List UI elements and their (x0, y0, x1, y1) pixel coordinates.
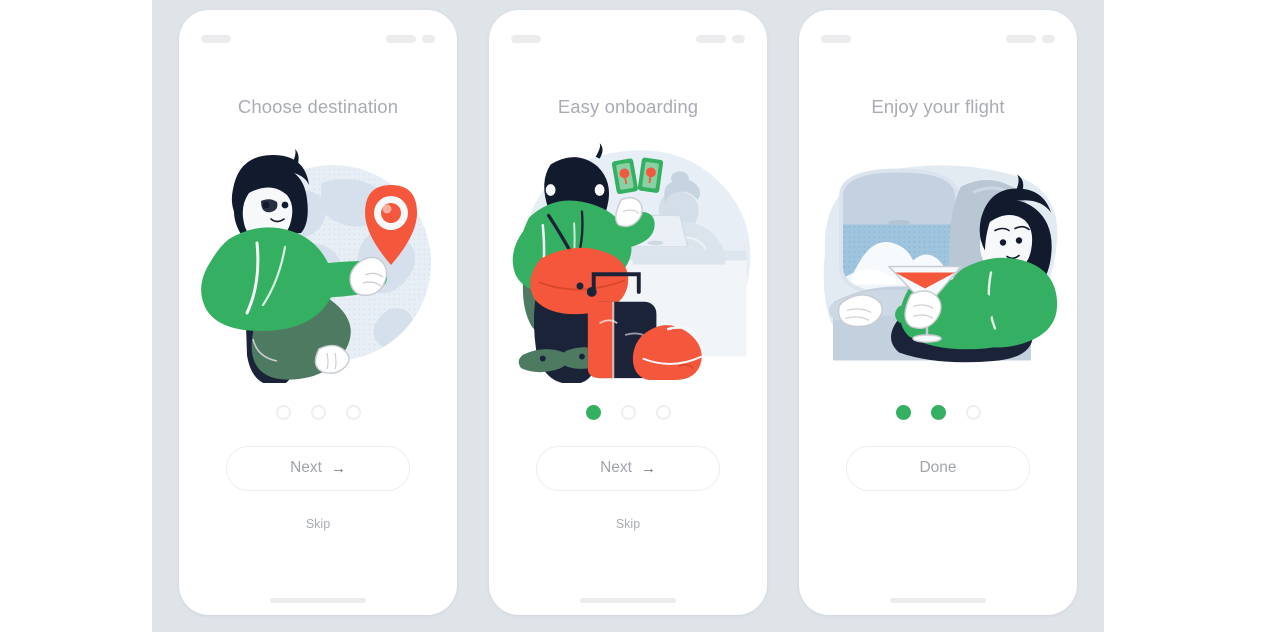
status-battery-placeholder (732, 35, 745, 43)
done-button[interactable]: Done (846, 445, 1030, 491)
status-battery-placeholder (422, 35, 435, 43)
illustration-easy-onboarding (503, 142, 753, 383)
status-right-group (1006, 35, 1055, 43)
pagination-dots[interactable] (275, 404, 361, 420)
status-right-group (386, 35, 435, 43)
status-battery-placeholder (1042, 35, 1055, 43)
pagination-dot-1[interactable] (895, 404, 911, 420)
status-icons-placeholder (1006, 35, 1036, 43)
pagination-dot-3[interactable] (655, 404, 671, 420)
pagination-dot-2[interactable] (620, 404, 636, 420)
home-indicator (890, 598, 986, 603)
illustration-choose-destination (193, 143, 443, 383)
skip-link[interactable]: Skip (616, 517, 640, 532)
status-time-placeholder (511, 35, 541, 43)
status-bar (489, 10, 767, 58)
phone-screen-3: Enjoy your flight Done (799, 10, 1077, 615)
illustration-enjoy-your-flight (813, 143, 1063, 383)
pagination-dots[interactable] (895, 404, 981, 420)
status-icons-placeholder (696, 35, 726, 43)
arrow-right-icon: → (640, 459, 656, 477)
skip-link[interactable]: Skip (306, 517, 330, 532)
pagination-dot-2[interactable] (930, 404, 946, 420)
next-button-label: Next (290, 459, 322, 476)
status-bar (179, 10, 457, 58)
done-button-label: Done (919, 459, 957, 476)
pagination-dot-2[interactable] (310, 404, 326, 420)
arrow-right-icon: → (330, 459, 346, 477)
phone-screen-2: Easy onboarding Next → Skip (489, 10, 767, 615)
status-icons-placeholder (386, 35, 416, 43)
pagination-dot-3[interactable] (345, 404, 361, 420)
status-bar (799, 10, 1077, 58)
pagination-dot-1[interactable] (275, 404, 291, 420)
phone-screen-1: Choose destination Next → Skip (179, 10, 457, 615)
home-indicator (270, 598, 366, 603)
pagination-dot-1[interactable] (585, 404, 601, 420)
status-right-group (696, 35, 745, 43)
onboarding-preview: Choose destination Next → Skip Easy onbo… (0, 0, 1280, 632)
next-button-label: Next (600, 459, 632, 476)
status-time-placeholder (201, 35, 231, 43)
home-indicator (580, 598, 676, 603)
page-title: Enjoy your flight (871, 96, 1005, 117)
page-title: Easy onboarding (557, 96, 699, 117)
pagination-dots[interactable] (585, 404, 671, 420)
next-button[interactable]: Next → (536, 445, 720, 491)
next-button[interactable]: Next → (226, 445, 410, 491)
page-title: Choose destination (237, 96, 399, 117)
status-time-placeholder (821, 35, 851, 43)
screens-container: Choose destination Next → Skip Easy onbo… (152, 0, 1104, 632)
pagination-dot-3[interactable] (965, 404, 981, 420)
